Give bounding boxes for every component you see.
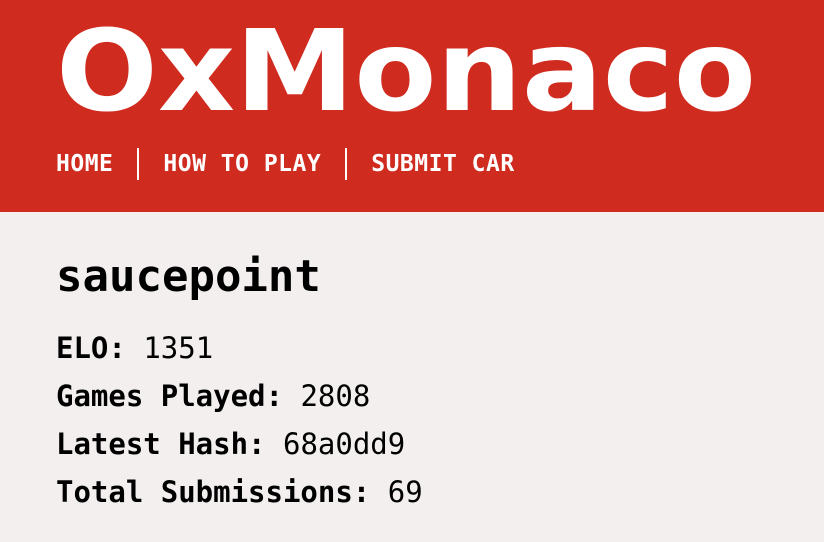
- stat-label: Games Played:: [56, 379, 283, 413]
- profile-username: saucepoint: [56, 251, 321, 302]
- stat-value: 68a0dd9: [282, 427, 406, 461]
- stat-row-games-played: Games Played: 2808: [56, 372, 796, 420]
- nav-divider: [137, 148, 140, 180]
- site-logo[interactable]: OxMonaco: [56, 10, 768, 126]
- logo-text: OxMonaco: [56, 10, 756, 126]
- profile-content: saucepoint ELO: 1351 Games Played: 2808 …: [56, 212, 796, 516]
- main-nav: HOME HOW TO PLAY SUBMIT CAR: [56, 146, 515, 182]
- stat-label: Total Submissions:: [56, 475, 371, 509]
- nav-how-to-play-link[interactable]: HOW TO PLAY: [163, 146, 321, 182]
- stat-value: 69: [387, 475, 423, 509]
- site-header: OxMonaco HOME HOW TO PLAY SUBMIT CAR: [0, 0, 824, 212]
- stat-row-elo: ELO: 1351: [56, 324, 796, 372]
- stat-label: ELO:: [56, 331, 126, 365]
- profile-stats: ELO: 1351 Games Played: 2808 Latest Hash…: [56, 324, 796, 516]
- stat-value: 2808: [300, 379, 371, 413]
- stat-row-total-submissions: Total Submissions: 69: [56, 468, 796, 516]
- stat-label: Latest Hash:: [56, 427, 266, 461]
- nav-home-link[interactable]: HOME: [56, 146, 113, 182]
- stat-row-latest-hash: Latest Hash: 68a0dd9: [56, 420, 796, 468]
- stat-value: 1351: [143, 331, 214, 365]
- nav-submit-car-link[interactable]: SUBMIT CAR: [371, 146, 514, 182]
- nav-divider: [345, 148, 348, 180]
